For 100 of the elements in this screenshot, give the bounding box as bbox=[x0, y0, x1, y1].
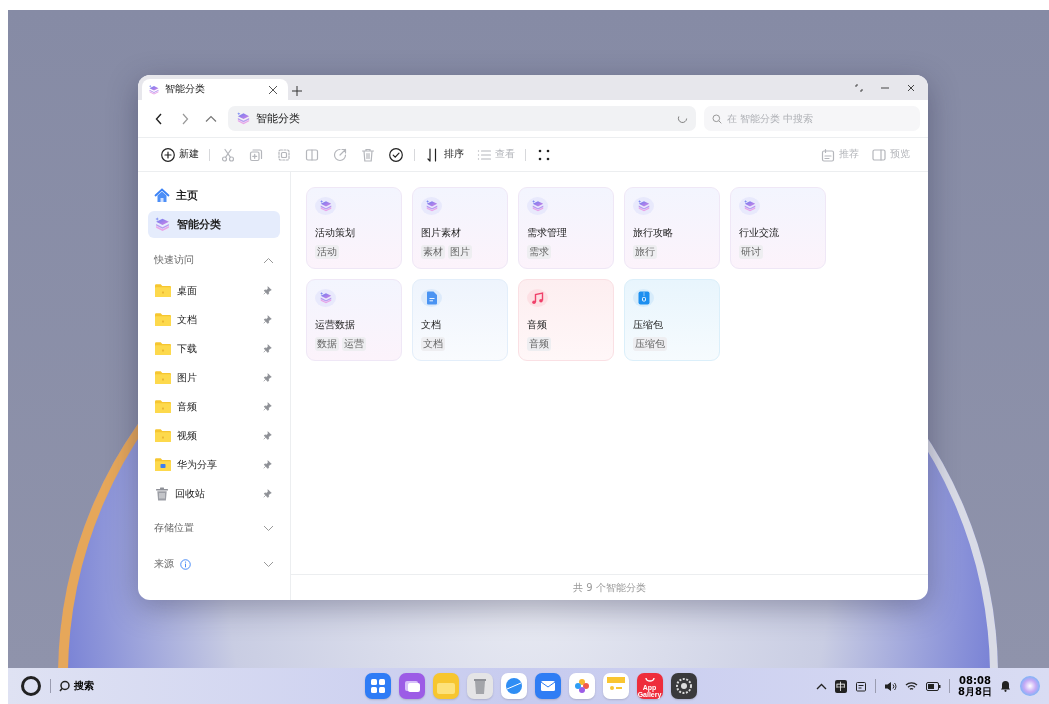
tag: 运营 bbox=[342, 337, 366, 351]
category-title: 需求管理 bbox=[527, 226, 568, 240]
globe-app-icon[interactable] bbox=[500, 673, 527, 699]
tag: 压缩包 bbox=[633, 337, 667, 351]
chevron-up-icon[interactable] bbox=[816, 682, 828, 690]
refresh-icon bbox=[677, 113, 688, 124]
layers-icon bbox=[236, 111, 251, 126]
flower-app-icon[interactable] bbox=[568, 673, 595, 699]
folder-icon bbox=[154, 283, 172, 298]
trash-app-icon[interactable] bbox=[466, 673, 493, 699]
category-card[interactable]: 旅行攻略 旅行 bbox=[624, 187, 720, 269]
clock[interactable]: 08:08 8月8日 bbox=[958, 675, 992, 697]
folder-icon bbox=[154, 457, 172, 472]
copy-icon bbox=[248, 146, 264, 163]
plus-circle-icon bbox=[160, 146, 176, 163]
windows-app-icon[interactable] bbox=[398, 673, 425, 699]
category-card[interactable]: 压缩包 压缩包 bbox=[624, 279, 720, 361]
share-icon bbox=[332, 146, 348, 163]
category-card[interactable]: 文档 文档 bbox=[412, 279, 508, 361]
category-card[interactable]: 音频 音频 bbox=[518, 279, 614, 361]
note-icon bbox=[820, 146, 836, 163]
sidebar-item[interactable]: 音频 bbox=[148, 392, 280, 421]
tag: 数据 bbox=[315, 337, 339, 351]
gear-app-icon[interactable] bbox=[670, 673, 697, 699]
folder-icon bbox=[154, 428, 172, 443]
search-field[interactable]: 在 智能分类 中搜索 bbox=[704, 106, 920, 131]
category-card[interactable]: 运营数据 数据 运营 bbox=[306, 279, 402, 361]
chevron-up-icon bbox=[205, 114, 217, 123]
tag: 素材 bbox=[421, 245, 445, 259]
wifi-icon[interactable] bbox=[905, 680, 919, 692]
bell-icon[interactable] bbox=[1000, 680, 1011, 692]
ring-icon[interactable] bbox=[20, 675, 42, 697]
address-path: 智能分类 bbox=[256, 111, 301, 126]
sidebar-item[interactable]: 主页 bbox=[148, 182, 280, 209]
trash-icon bbox=[154, 485, 170, 502]
dashed-square-icon bbox=[276, 146, 292, 163]
trash-icon bbox=[360, 146, 376, 163]
home-icon bbox=[154, 187, 170, 204]
scissors-icon bbox=[220, 146, 236, 163]
section-header[interactable]: 存储位置 bbox=[148, 512, 280, 544]
speaker-icon[interactable] bbox=[884, 680, 898, 692]
sidebar-item[interactable]: 图片 bbox=[148, 363, 280, 392]
category-card[interactable]: 需求管理 需求 bbox=[518, 187, 614, 269]
layers-icon bbox=[154, 216, 171, 233]
category-title: 文档 bbox=[421, 318, 442, 332]
chevron-right-icon bbox=[181, 112, 189, 125]
battery-icon[interactable] bbox=[926, 681, 942, 691]
search-button[interactable]: 搜索 bbox=[59, 679, 94, 693]
plus-icon bbox=[292, 86, 302, 96]
tag: 音频 bbox=[527, 337, 551, 351]
layers-icon bbox=[148, 83, 160, 96]
category-card[interactable]: 图片素材 素材 图片 bbox=[412, 187, 508, 269]
tag: 图片 bbox=[448, 245, 472, 259]
music-note-icon bbox=[531, 291, 544, 305]
sidebar-item[interactable]: 桌面 bbox=[148, 276, 280, 305]
folder-icon bbox=[154, 370, 172, 385]
grid-app-icon[interactable] bbox=[364, 673, 391, 699]
tag: 活动 bbox=[315, 245, 339, 259]
category-title: 行业交流 bbox=[739, 226, 780, 240]
tag: 需求 bbox=[527, 245, 551, 259]
folder-icon bbox=[154, 312, 172, 327]
folder-icon bbox=[154, 341, 172, 356]
close-icon bbox=[907, 83, 915, 92]
category-title: 运营数据 bbox=[315, 318, 356, 332]
chevron-left-icon bbox=[155, 112, 163, 125]
sort-button[interactable]: 排序 bbox=[419, 142, 470, 167]
category-title: 活动策划 bbox=[315, 226, 356, 240]
address-bar[interactable]: 智能分类 bbox=[228, 106, 696, 131]
sidebar-item[interactable]: 视频 bbox=[148, 421, 280, 450]
tag: 研讨 bbox=[739, 245, 763, 259]
minimize-icon bbox=[881, 86, 889, 89]
panel-icon bbox=[871, 146, 887, 163]
sidebar-item[interactable]: 下载 bbox=[148, 334, 280, 363]
section-header[interactable]: 来源 bbox=[148, 548, 280, 580]
restore-icon bbox=[855, 83, 863, 92]
new-button[interactable]: 新建 bbox=[154, 142, 205, 167]
search-icon bbox=[59, 680, 71, 692]
sidebar-item[interactable]: 文档 bbox=[148, 305, 280, 334]
notes-icon[interactable] bbox=[855, 680, 868, 692]
close-icon bbox=[268, 84, 278, 95]
section-title: 快速访问 bbox=[154, 253, 194, 267]
folder-icon bbox=[154, 399, 172, 414]
section-title: 存储位置 bbox=[154, 521, 194, 535]
mail-app-icon[interactable] bbox=[534, 673, 561, 699]
tag: 旅行 bbox=[633, 245, 657, 259]
sidebar-item[interactable]: 回收站 bbox=[148, 479, 280, 508]
tag: 文档 bbox=[421, 337, 445, 351]
category-title: 图片素材 bbox=[421, 226, 462, 240]
sidebar-item[interactable]: 华为分享 bbox=[148, 450, 280, 479]
check-circle-icon bbox=[388, 146, 404, 163]
item-count: 共 9 个智能分类 bbox=[573, 580, 646, 595]
section-header[interactable]: 快速访问 bbox=[148, 244, 280, 276]
category-card[interactable]: 活动策划 活动 bbox=[306, 187, 402, 269]
input-method-button[interactable]: 中 bbox=[835, 679, 848, 693]
category-title: 旅行攻略 bbox=[633, 226, 674, 240]
browser-tab[interactable]: 智能分类 bbox=[142, 79, 288, 100]
sidebar-item[interactable]: 智能分类 bbox=[148, 211, 280, 238]
section-title: 来源 bbox=[154, 557, 174, 571]
category-card[interactable]: 行业交流 研讨 bbox=[730, 187, 826, 269]
zipper-file-icon bbox=[637, 291, 650, 305]
